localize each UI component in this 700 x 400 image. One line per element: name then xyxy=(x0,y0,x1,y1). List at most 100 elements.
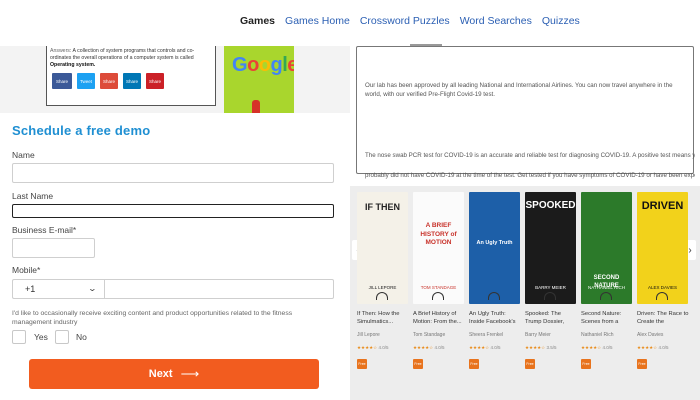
book-author: Tom Standage xyxy=(413,332,446,338)
cover-title: A BRIEF HISTORY of MOTION xyxy=(420,222,457,246)
google-letter: o xyxy=(247,54,259,76)
cover-author: ALEX DAVIES xyxy=(648,285,677,290)
cover-title: SPOOKED xyxy=(525,200,576,211)
price-badge: Free xyxy=(637,359,647,369)
rating-stars: ★★★★☆ xyxy=(469,345,490,350)
price-badge: Free xyxy=(357,359,367,369)
covid-paragraph-3: probably did not have COVID-19 at the ti… xyxy=(365,172,695,179)
google-letter: o xyxy=(258,54,271,76)
price-badge: Free xyxy=(581,359,591,369)
name-label: Name xyxy=(12,150,35,160)
book-cover[interactable]: An Ugly Truth xyxy=(469,192,520,304)
rating-value: 4.0/5 xyxy=(658,345,669,350)
book-title[interactable]: Second Nature: Scenes from a World Remad… xyxy=(581,310,633,326)
answer-highlight: Operating system. xyxy=(50,62,96,68)
headphones-icon xyxy=(544,292,556,300)
book-cover[interactable]: IF THEN JILL LEPORE xyxy=(357,192,408,304)
linkedin-share-button[interactable]: Share xyxy=(123,73,141,89)
headphones-icon xyxy=(376,292,388,300)
book-rating: ★★★★☆ 3.5/5 xyxy=(525,345,577,351)
no-checkbox[interactable] xyxy=(55,330,69,344)
rating-stars: ★★★★☆ xyxy=(413,345,434,350)
book-title[interactable]: A Brief History of Motion: From the... xyxy=(413,310,465,326)
book-card[interactable]: SECOND NATURE NATHANIEL RICH Second Nature… xyxy=(581,192,633,369)
book-rating: ★★★★☆ 4.0/5 xyxy=(413,345,465,351)
book-title[interactable]: An Ugly Truth: Inside Facebook's Battle … xyxy=(469,310,521,326)
nav-tabs: Games Games Home Crossword Puzzles Word … xyxy=(240,15,580,27)
answer-label: Answers xyxy=(50,48,70,54)
google-letter: G xyxy=(232,54,248,76)
cover-author: BARRY MEIER xyxy=(535,285,566,290)
book-rating: ★★★★☆ 4.0/5 xyxy=(637,345,689,351)
book-author: Sheera Frenkel xyxy=(469,332,504,338)
book-title[interactable]: Driven: The Race to Create the Autonomo.… xyxy=(637,310,689,326)
rating-stars: ★★★★☆ xyxy=(357,345,378,350)
tab-games-home[interactable]: Games Home xyxy=(285,15,350,27)
country-code-value: +1 xyxy=(25,284,36,294)
ad-graphic xyxy=(252,100,260,113)
headphones-icon xyxy=(600,292,612,300)
book-card[interactable]: SPOOKED BARRY MEIER Spooked: The Trump Dos… xyxy=(525,192,577,369)
pinterest-share-button[interactable]: Share xyxy=(146,73,164,89)
tab-quizzes[interactable]: Quizzes xyxy=(542,15,580,27)
tab-games[interactable]: Games xyxy=(240,15,275,27)
rating-value: 4.0/5 xyxy=(378,345,389,350)
tab-word-searches[interactable]: Word Searches xyxy=(460,15,532,27)
email-input[interactable] xyxy=(12,238,95,258)
answer-text: Answers: A collection of system programs… xyxy=(50,48,195,68)
price-badge: Free xyxy=(525,359,535,369)
form-title: Schedule a free demo xyxy=(12,123,151,138)
book-card[interactable]: DRIVEN ALEX DAVIES Driven: The Race to Cre… xyxy=(637,192,689,369)
cover-title: An Ugly Truth xyxy=(476,240,513,246)
cover-author: NATHANIEL RICH xyxy=(587,285,625,290)
twitter-share-button[interactable]: Tweet xyxy=(77,73,95,89)
book-author: Nathaniel Rich xyxy=(581,332,614,338)
arrow-right-icon: ⟶ xyxy=(180,366,200,381)
yes-checkbox[interactable] xyxy=(12,330,26,344)
book-card[interactable]: An Ugly Truth An Ugly Truth: Inside Faceb… xyxy=(469,192,521,369)
book-title[interactable]: If Then: How the Simulmatics... xyxy=(357,310,409,326)
last-name-input[interactable] xyxy=(12,204,334,218)
next-button[interactable]: Next ⟶ xyxy=(29,359,319,389)
book-cover[interactable]: SECOND NATURE NATHANIEL RICH xyxy=(581,192,632,304)
cover-title: DRIVEN xyxy=(641,200,684,212)
google-ad-banner[interactable]: Google xyxy=(224,46,294,113)
cover-author: TOM STANDAGE xyxy=(420,285,457,290)
book-carousel: ‹ › IF THENJILL LEPOREIf Then: How the S… xyxy=(350,186,700,400)
covid-info-panel: Our lab has been approved by all leading… xyxy=(350,46,700,186)
phone-number-input[interactable] xyxy=(104,279,334,299)
book-rating: ★★★★☆ 4.0/5 xyxy=(357,345,409,351)
no-label: No xyxy=(76,332,87,342)
price-badge: Free xyxy=(413,359,423,369)
share-label: Share xyxy=(102,78,115,84)
book-cover[interactable]: SPOOKED BARRY MEIER xyxy=(525,192,576,304)
covid-paragraph-1: Our lab has been approved by all leading… xyxy=(365,82,673,98)
share-label: Share xyxy=(125,78,138,84)
book-cover[interactable]: DRIVEN ALEX DAVIES xyxy=(637,192,688,304)
book-card[interactable]: A BRIEF HISTORY of MOTION TOM STANDAGE A B… xyxy=(413,192,465,369)
left-top-strip: Answers: A collection of system programs… xyxy=(0,46,350,113)
book-card[interactable]: IF THEN JILL LEPORE If Then: How the Simul… xyxy=(357,192,409,369)
mobile-label: Mobile* xyxy=(12,265,41,275)
country-code-select[interactable]: +1 ⌄ xyxy=(12,279,104,299)
book-author: Barry Meier xyxy=(525,332,551,338)
cover-author: JILL LEPORE xyxy=(368,285,397,290)
facebook-share-button[interactable]: Share xyxy=(52,73,72,89)
rating-value: 4.0/5 xyxy=(602,345,613,350)
demo-form: Schedule a free demo Name Last Name Busi… xyxy=(0,113,350,400)
book-cover[interactable]: A BRIEF HISTORY of MOTION TOM STANDAGE xyxy=(413,192,464,304)
book-rating: ★★★★☆ 4.0/5 xyxy=(581,345,633,351)
covid-info-box: Our lab has been approved by all leading… xyxy=(356,46,695,179)
share-label: Share xyxy=(148,78,161,84)
name-input[interactable] xyxy=(12,163,334,183)
share-label: Share xyxy=(55,78,68,84)
google-share-button[interactable]: Share xyxy=(100,73,118,89)
top-nav: Games Games Home Crossword Puzzles Word … xyxy=(0,0,700,47)
rating-value: 3.5/5 xyxy=(546,345,557,350)
cover-title: IF THEN xyxy=(365,202,400,212)
google-letter: e xyxy=(287,54,294,76)
tab-crossword-puzzles[interactable]: Crossword Puzzles xyxy=(360,15,450,27)
yes-label: Yes xyxy=(34,332,48,342)
rating-value: 4.0/5 xyxy=(490,345,501,350)
book-title[interactable]: Spooked: The Trump Dossier, Black Cube,.… xyxy=(525,310,577,326)
